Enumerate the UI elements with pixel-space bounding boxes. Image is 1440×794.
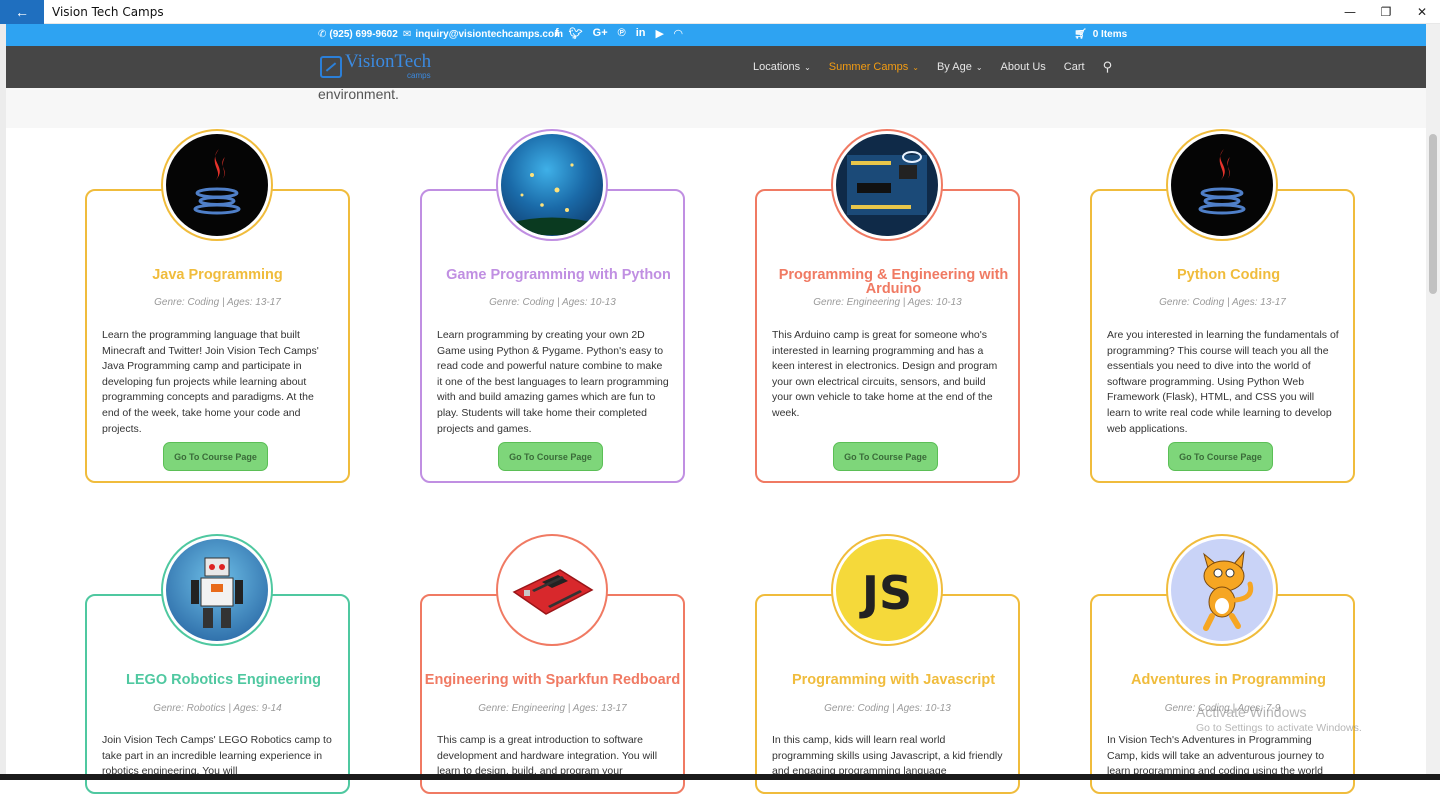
nav-label: Locations (753, 61, 801, 73)
java-logo-icon (193, 149, 241, 215)
course-title[interactable]: Adventures in Programming (1096, 673, 1361, 688)
course-genre: Genre: Coding | Ages: 10-13 (824, 703, 951, 714)
course-title[interactable]: Python Coding (1096, 268, 1361, 283)
back-arrow-icon: ← (15, 3, 29, 20)
course-image-lego-robotics[interactable] (161, 534, 273, 646)
intro-band: environment. (6, 86, 1426, 128)
logo-text: VisionTech (345, 51, 432, 72)
nav-item-by-age[interactable]: By Age ⌄ (937, 61, 983, 73)
chevron-down-icon: ⌄ (804, 62, 811, 72)
course-title[interactable]: Engineering with Sparkfun Redboard (420, 673, 685, 688)
window-title: Vision Tech Camps (52, 4, 164, 19)
main-navbar: VisionTech camps Locations ⌄ Summer Camps… (6, 46, 1426, 88)
nav-item-cart[interactable]: Cart (1064, 61, 1085, 73)
course-image-arduino[interactable] (831, 129, 943, 241)
linkedin-icon[interactable]: in (636, 27, 646, 40)
course-genre: Genre: Engineering | Ages: 10-13 (813, 297, 962, 308)
nav-item-summer-camps[interactable]: Summer Camps ⌄ (829, 61, 919, 73)
nav-label: About Us (1000, 61, 1046, 73)
course-image-java[interactable] (161, 129, 273, 241)
envelope-icon: ✉ (403, 29, 412, 40)
go-to-course-button[interactable]: Go To Course Page (163, 442, 268, 471)
phone-link[interactable]: ✆ (925) 699-9602 (318, 29, 398, 40)
course-image-adventures[interactable] (1166, 534, 1278, 646)
phone-number: (925) 699-9602 (329, 29, 398, 40)
watermark-line2: Go to Settings to activate Windows. (1196, 722, 1362, 734)
chevron-down-icon: ⌄ (975, 62, 983, 72)
restore-button[interactable]: ❐ (1368, 0, 1404, 24)
window-titlebar: ← Vision Tech Camps — ❐ ✕ (0, 0, 1440, 24)
course-genre: Genre: Robotics | Ages: 9-14 (153, 703, 282, 714)
rss-icon[interactable]: ◠ (674, 27, 682, 40)
go-to-course-button[interactable]: Go To Course Page (833, 442, 938, 471)
course-title[interactable]: Programming with Javascript (761, 673, 1026, 688)
course-image-sparkfun[interactable] (496, 534, 608, 646)
course-genre: Genre: Engineering | Ages: 13-17 (478, 703, 627, 714)
back-button[interactable]: ← (0, 0, 44, 24)
arduino-board-icon (847, 151, 927, 215)
course-genre: Genre: Coding | Ages: 13-17 (1159, 297, 1286, 308)
facebook-icon[interactable]: f (555, 27, 559, 40)
course-description: In Vision Tech's Adventures in Programmi… (1107, 734, 1325, 778)
course-description: Learn programming by creating your own 2… (437, 329, 669, 435)
logo-subtext: camps (407, 71, 431, 80)
course-genre: Genre: Coding | Ages: 13-17 (154, 297, 281, 308)
google-plus-icon[interactable]: G+ (593, 27, 608, 40)
taskbar-edge (0, 774, 1440, 780)
go-to-course-button[interactable]: Go To Course Page (1168, 442, 1273, 471)
social-links: f 🐦︎ G+ ℗ in ▶ ◠ (555, 27, 682, 40)
lego-robot-icon (191, 557, 243, 628)
course-description: Are you interested in learning the funda… (1107, 329, 1339, 435)
intro-text-tail: environment. (318, 86, 399, 102)
phone-icon: ✆ (318, 29, 327, 40)
top-info-bar: ✆ (925) 699-9602 ✉ inquiry@visiontechcam… (6, 24, 1426, 46)
nav-menu: Locations ⌄ Summer Camps ⌄ By Age ⌄ About U… (753, 46, 1112, 88)
course-description: Learn the programming language that buil… (102, 329, 319, 435)
nav-label: Cart (1063, 61, 1085, 73)
shopping-cart-icon: 🛒︎ (1074, 29, 1087, 40)
scratch-cat-icon (1203, 550, 1254, 631)
left-edge (0, 24, 6, 774)
course-genre: Genre: Coding | Ages: 10-13 (489, 297, 616, 308)
search-icon[interactable]: ⚲ (1103, 59, 1113, 75)
go-to-course-button[interactable]: Go To Course Page (498, 442, 603, 471)
logo-mark-icon (320, 56, 342, 78)
watermark-line1: Activate Windows (1196, 704, 1307, 720)
course-description: This Arduino camp is great for someone w… (772, 329, 998, 419)
course-description: This camp is a great introduction to sof… (437, 734, 658, 778)
course-title[interactable]: LEGO Robotics Engineering (91, 673, 356, 688)
course-title[interactable]: Game Programming with Python (426, 268, 691, 283)
course-title[interactable]: Java Programming (85, 268, 350, 283)
email-link[interactable]: ✉ inquiry@visiontechcamps.com (403, 29, 563, 40)
page-scrollbar[interactable] (1426, 24, 1440, 774)
nav-item-locations[interactable]: Locations ⌄ (753, 61, 811, 73)
sparkfun-redboard-icon (512, 569, 594, 615)
close-button[interactable]: ✕ (1404, 0, 1440, 24)
site-logo[interactable]: VisionTech camps (320, 51, 432, 80)
chevron-down-icon: ⌄ (912, 62, 919, 72)
cart-link[interactable]: 🛒︎ 0 Items (1074, 29, 1127, 40)
youtube-icon[interactable]: ▶ (656, 27, 664, 40)
course-image-javascript[interactable]: JS (831, 534, 943, 646)
email-address: inquiry@visiontechcamps.com (415, 29, 563, 40)
scrollbar-thumb[interactable] (1429, 134, 1437, 294)
nav-label: By Age (936, 61, 972, 73)
java-logo-icon (1198, 149, 1246, 215)
course-image-game-python[interactable] (496, 129, 608, 241)
course-image-python-coding[interactable] (1166, 129, 1278, 241)
window-controls: — ❐ ✕ (1332, 0, 1440, 24)
pinterest-icon[interactable]: ℗ (618, 27, 626, 40)
course-title[interactable]: Programming & Engineering with Arduino (761, 268, 1026, 297)
twitter-icon[interactable]: 🐦︎ (569, 27, 583, 40)
cart-count: 0 Items (1092, 29, 1128, 40)
minimize-button[interactable]: — (1332, 0, 1368, 24)
course-description: Join Vision Tech Camps' LEGO Robotics ca… (102, 734, 332, 778)
nav-label: Summer Camps (828, 61, 909, 73)
javascript-logo-icon: JS (861, 566, 913, 620)
nav-item-about-us[interactable]: About Us (1001, 61, 1046, 73)
activate-windows-watermark: Activate Windows Go to Settings to activ… (1196, 704, 1362, 734)
course-description: In this camp, kids will learn real world… (772, 734, 1003, 778)
underwater-game-icon (502, 163, 602, 235)
